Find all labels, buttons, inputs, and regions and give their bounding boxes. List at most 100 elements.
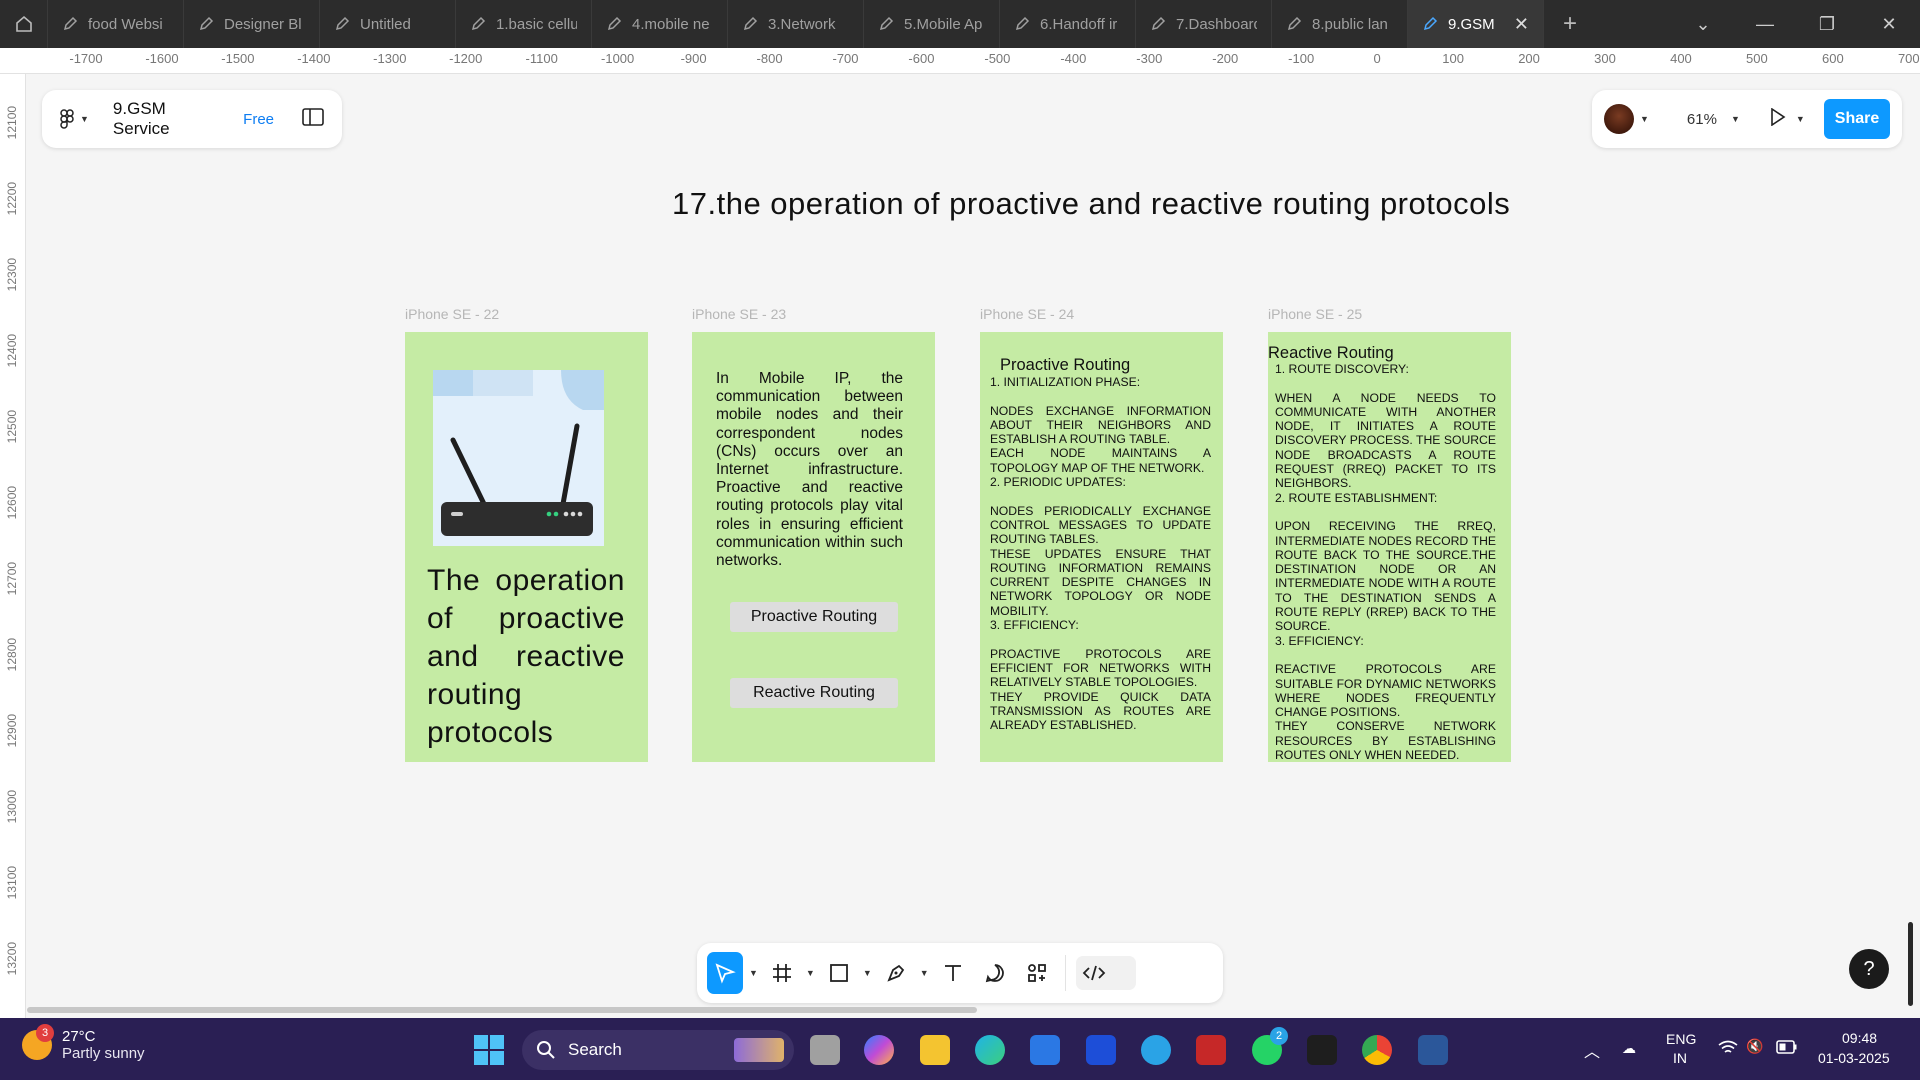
tab-6[interactable]: 5.Mobile Ap xyxy=(864,0,1000,48)
tab-label: 1.basic cellu xyxy=(496,15,577,33)
vertical-scrollbar[interactable] xyxy=(1908,922,1913,1006)
help-button[interactable]: ? xyxy=(1849,949,1889,989)
frame-title[interactable]: Proactive Routing xyxy=(1000,356,1130,375)
wifi-icon[interactable] xyxy=(1718,1040,1738,1059)
frame-label-25[interactable]: iPhone SE - 25 xyxy=(1268,306,1362,322)
tab-bar: food Websi Designer Bl Untitled 1.basic cel… xyxy=(0,0,1920,48)
present-chevron-icon[interactable]: ▼ xyxy=(1796,114,1805,124)
pen-tool-chevron-icon[interactable]: ▼ xyxy=(920,968,929,978)
move-tool-button[interactable] xyxy=(707,952,743,994)
file-explorer-icon[interactable] xyxy=(920,1035,950,1065)
close-tab-icon[interactable]: ✕ xyxy=(1514,14,1529,35)
toggle-sidebar-icon[interactable] xyxy=(302,107,324,131)
frame-label-24[interactable]: iPhone SE - 24 xyxy=(980,306,1074,322)
home-tab[interactable] xyxy=(0,0,48,48)
reactive-routing-button[interactable]: Reactive Routing xyxy=(730,678,898,708)
ruler-tick-label: 300 xyxy=(1594,51,1616,66)
frame-title[interactable]: Reactive Routing xyxy=(1268,344,1394,363)
mcafee-icon[interactable] xyxy=(1196,1035,1226,1065)
tab-1[interactable]: Designer Bl xyxy=(184,0,320,48)
comment-tool-button[interactable] xyxy=(977,952,1013,994)
help-app-icon[interactable] xyxy=(1141,1035,1171,1065)
microsoft-store-icon[interactable] xyxy=(1030,1035,1060,1065)
share-button[interactable]: Share xyxy=(1824,99,1890,139)
frame-iphone-se-22[interactable]: The operation of proactive and reactive … xyxy=(405,332,648,762)
edge-browser-icon[interactable] xyxy=(975,1035,1005,1065)
figma-app-icon[interactable] xyxy=(1307,1035,1337,1065)
clock-date[interactable]: 01-03-2025 xyxy=(1818,1050,1890,1066)
tab-7[interactable]: 6.Handoff ir xyxy=(1000,0,1136,48)
frame-iphone-se-25[interactable]: Reactive Routing 1. ROUTE DISCOVERY: WHEN… xyxy=(1268,332,1511,762)
page-heading[interactable]: 17.the operation of proactive and reacti… xyxy=(672,186,1510,222)
frame-label-22[interactable]: iPhone SE - 22 xyxy=(405,306,499,322)
volume-muted-icon[interactable]: 🔇 xyxy=(1746,1038,1763,1055)
toolbar-divider xyxy=(1064,955,1066,991)
language-top[interactable]: ENG xyxy=(1666,1031,1696,1047)
frame-iphone-se-23[interactable]: In Mobile IP, the communication between … xyxy=(692,332,935,762)
actions-tool-button[interactable] xyxy=(1019,952,1055,994)
ruler-tick-label: -800 xyxy=(756,51,783,66)
myhp-icon[interactable] xyxy=(1086,1035,1116,1065)
frame-tool-chevron-icon[interactable]: ▼ xyxy=(806,968,815,978)
show-hidden-icons-chevron-icon[interactable]: ︿ xyxy=(1584,1038,1600,1062)
weather-badge: 3 xyxy=(36,1024,54,1042)
clock-time[interactable]: 09:48 xyxy=(1842,1030,1877,1046)
plan-badge[interactable]: Free xyxy=(243,111,274,128)
text-line: THEY PROVIDE QUICK DATA TRANSMISSION AS … xyxy=(990,689,1211,733)
zoom-level[interactable]: 61% xyxy=(1687,111,1717,128)
router-image[interactable] xyxy=(433,370,604,546)
chevron-down-icon[interactable]: ▼ xyxy=(1640,114,1649,124)
tabs-dropdown-icon[interactable]: ⌄ xyxy=(1672,0,1734,48)
onedrive-cloud-icon[interactable]: ☁ xyxy=(1622,1040,1636,1057)
text-line: REACTIVE PROTOCOLS ARE SUITABLE FOR DYNA… xyxy=(1275,662,1496,720)
close-window-button[interactable]: ✕ xyxy=(1858,0,1920,48)
weather-widget[interactable]: 3 27°C Partly sunny xyxy=(22,1024,145,1062)
frame-title[interactable]: The operation of proactive and reactive … xyxy=(427,562,625,752)
tab-4[interactable]: 4.mobile ne xyxy=(592,0,728,48)
proactive-details[interactable]: 1. INITIALIZATION PHASE: NODES EXCHANGE I… xyxy=(990,375,1211,732)
tab-8[interactable]: 7.Dashboard xyxy=(1136,0,1272,48)
battery-icon[interactable] xyxy=(1776,1040,1798,1057)
frame-iphone-se-24[interactable]: Proactive Routing 1. INITIALIZATION PHAS… xyxy=(980,332,1223,762)
copilot-icon[interactable] xyxy=(864,1035,894,1065)
move-tool-chevron-icon[interactable]: ▼ xyxy=(749,968,758,978)
dev-mode-toggle[interactable] xyxy=(1075,956,1136,990)
file-name[interactable]: 9.GSM Service xyxy=(113,99,227,139)
minimize-button[interactable]: — xyxy=(1734,0,1796,48)
intro-paragraph[interactable]: In Mobile IP, the communication between … xyxy=(716,370,903,570)
restore-button[interactable]: ❐ xyxy=(1796,0,1858,48)
language-bottom[interactable]: IN xyxy=(1673,1050,1687,1066)
shape-tool-button[interactable] xyxy=(821,952,857,994)
file-pen-icon xyxy=(199,16,214,31)
taskbar-search[interactable]: Search xyxy=(522,1030,794,1070)
shape-tool-chevron-icon[interactable]: ▼ xyxy=(863,968,872,978)
word-icon[interactable] xyxy=(1418,1035,1448,1065)
ruler-tick-label: 13000 xyxy=(5,789,19,824)
chrome-icon[interactable] xyxy=(1362,1035,1392,1065)
pen-tool-button[interactable] xyxy=(878,952,914,994)
windows-start-icon[interactable] xyxy=(474,1035,504,1065)
avatar[interactable] xyxy=(1604,104,1634,134)
main-menu-button[interactable]: ▼ xyxy=(60,109,89,129)
frame-tool-button[interactable] xyxy=(764,952,800,994)
present-play-icon[interactable] xyxy=(1770,107,1786,131)
whatsapp-icon[interactable]: 2 xyxy=(1252,1027,1288,1065)
ruler-tick-label: 600 xyxy=(1821,51,1844,66)
tab-3[interactable]: 1.basic cellu xyxy=(456,0,592,48)
reactive-details[interactable]: 1. ROUTE DISCOVERY: WHEN A NODE NEEDS TO … xyxy=(1275,362,1496,762)
windows-taskbar: 3 27°C Partly sunny Search 2 ︿ ☁ ENG IN … xyxy=(0,1018,1920,1080)
ruler-tick-label: 12500 xyxy=(5,409,19,444)
text-tool-button[interactable] xyxy=(935,952,971,994)
tab-5[interactable]: 3.Network xyxy=(728,0,864,48)
tab-0[interactable]: food Websi xyxy=(48,0,184,48)
new-tab-button[interactable]: + xyxy=(1544,0,1596,48)
tab-9[interactable]: 8.public lan xyxy=(1272,0,1408,48)
tab-2[interactable]: Untitled xyxy=(320,0,456,48)
horizontal-scrollbar[interactable] xyxy=(27,1007,977,1013)
task-view-icon[interactable] xyxy=(810,1035,840,1065)
proactive-routing-button[interactable]: Proactive Routing xyxy=(730,602,898,632)
tab-10[interactable]: 9.GSM ✕ xyxy=(1408,0,1544,48)
frame-label-23[interactable]: iPhone SE - 23 xyxy=(692,306,786,322)
zoom-chevron-icon[interactable]: ▼ xyxy=(1731,114,1740,124)
